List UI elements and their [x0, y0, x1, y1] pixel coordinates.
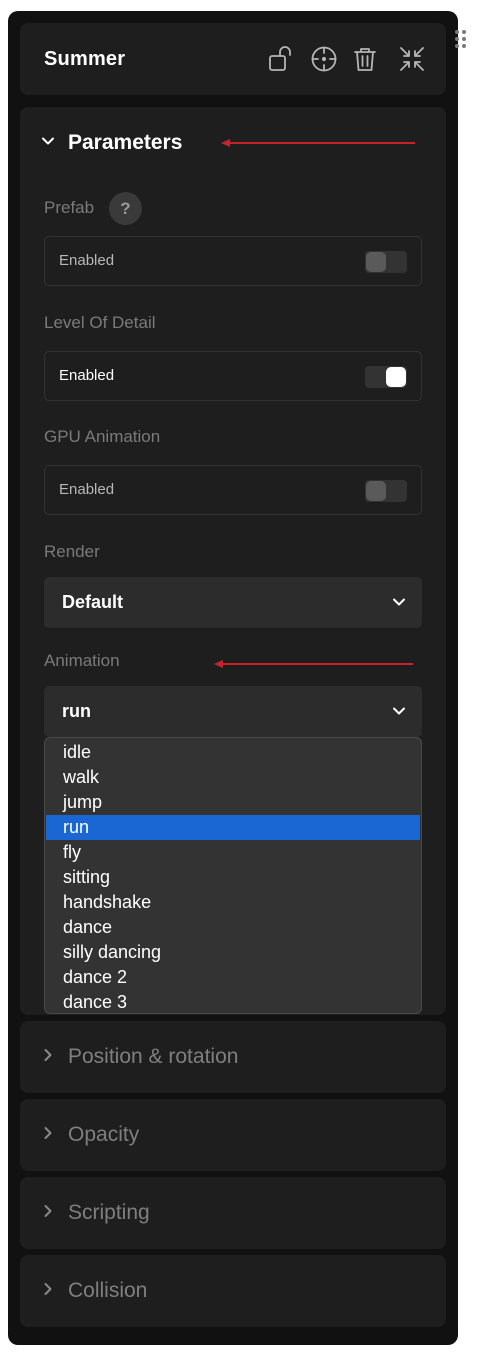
animation-option-label: sitting	[63, 867, 111, 887]
object-header: Summer	[20, 23, 446, 95]
gpu-enabled-label: Enabled	[59, 481, 115, 498]
trash-icon[interactable]	[351, 45, 379, 73]
animation-option[interactable]: run	[46, 815, 420, 840]
animation-option[interactable]: dance 3	[46, 990, 420, 1013]
animation-option[interactable]: sitting	[46, 865, 420, 890]
target-icon[interactable]	[310, 45, 338, 73]
animation-option-label: dance 3	[63, 992, 128, 1012]
chevron-right-icon	[44, 1205, 52, 1217]
collapsed-section: Opacity	[20, 1099, 446, 1171]
prefab-enabled-label: Enabled	[59, 252, 115, 269]
chevron-right-icon	[44, 1049, 52, 1061]
section-title: Scripting	[68, 1201, 150, 1224]
render-value: Default	[62, 592, 124, 612]
collapsed-section: Position & rotation	[20, 1021, 446, 1093]
toggle-knob	[386, 367, 406, 387]
drag-handle-icon[interactable]	[453, 28, 471, 50]
section-header[interactable]: Opacity	[20, 1099, 446, 1171]
lod-enabled-label: Enabled	[59, 367, 115, 384]
section-title: Collision	[68, 1279, 148, 1302]
animation-option[interactable]: dance 2	[46, 965, 420, 990]
animation-option-label: dance 2	[63, 967, 128, 987]
animation-option-label: silly dancing	[63, 942, 162, 962]
animation-option-label: idle	[63, 742, 92, 762]
animation-option[interactable]: silly dancing	[46, 940, 420, 965]
unlock-icon[interactable]	[267, 45, 295, 73]
section-header[interactable]: Position & rotation	[20, 1021, 446, 1093]
animation-option[interactable]: walk	[46, 765, 420, 790]
animation-label: Animation	[44, 651, 120, 670]
toggle-knob	[366, 252, 386, 272]
animation-option-label: dance	[63, 917, 113, 937]
animation-option[interactable]: fly	[46, 840, 420, 865]
animation-option[interactable]: handshake	[46, 890, 420, 915]
help-icon[interactable]: ?	[109, 192, 142, 225]
prefab-toggle[interactable]	[365, 251, 407, 273]
gpu-toggle-row: Enabled	[44, 465, 422, 515]
animation-option-label: fly	[63, 842, 81, 862]
section-title: Opacity	[68, 1123, 140, 1146]
collapse-icon[interactable]	[398, 45, 426, 73]
section-title: Position & rotation	[68, 1045, 239, 1068]
animation-option-label: walk	[63, 767, 100, 787]
animation-option-label: run	[63, 817, 90, 837]
toggle-knob	[366, 481, 386, 501]
prefab-label: Prefab	[44, 198, 95, 217]
chevron-right-icon	[44, 1283, 52, 1295]
animation-option-label: jump	[63, 792, 103, 812]
animation-select[interactable]: run	[44, 686, 422, 737]
animation-option[interactable]: dance	[46, 915, 420, 940]
gpu-animation-toggle[interactable]	[365, 480, 407, 502]
collapsed-section: Collision	[20, 1255, 446, 1327]
collapsed-section: Scripting	[20, 1177, 446, 1249]
section-header[interactable]: Collision	[20, 1255, 446, 1327]
animation-option[interactable]: jump	[46, 790, 420, 815]
animation-option-label: handshake	[63, 892, 152, 912]
gpu-animation-label: GPU Animation	[44, 427, 161, 446]
render-select[interactable]: Default	[44, 577, 422, 628]
chevron-right-icon	[44, 1127, 52, 1139]
chevron-down-icon	[42, 137, 54, 145]
lod-toggle[interactable]	[365, 366, 407, 388]
render-label: Render	[44, 542, 100, 561]
lod-label: Level Of Detail	[44, 313, 156, 332]
lod-toggle-row: Enabled	[44, 351, 422, 401]
chevron-down-icon	[393, 598, 405, 606]
animation-option[interactable]: idle	[46, 740, 420, 765]
object-title: Summer	[44, 48, 126, 70]
chevron-down-icon	[393, 707, 405, 715]
animation-dropdown: idle walk jump run fly sitting handshake dance s…	[44, 737, 422, 1014]
section-header[interactable]: Scripting	[20, 1177, 446, 1249]
section-title: Parameters	[68, 131, 183, 154]
animation-value: run	[62, 701, 91, 721]
prefab-toggle-row: Enabled	[44, 236, 422, 286]
